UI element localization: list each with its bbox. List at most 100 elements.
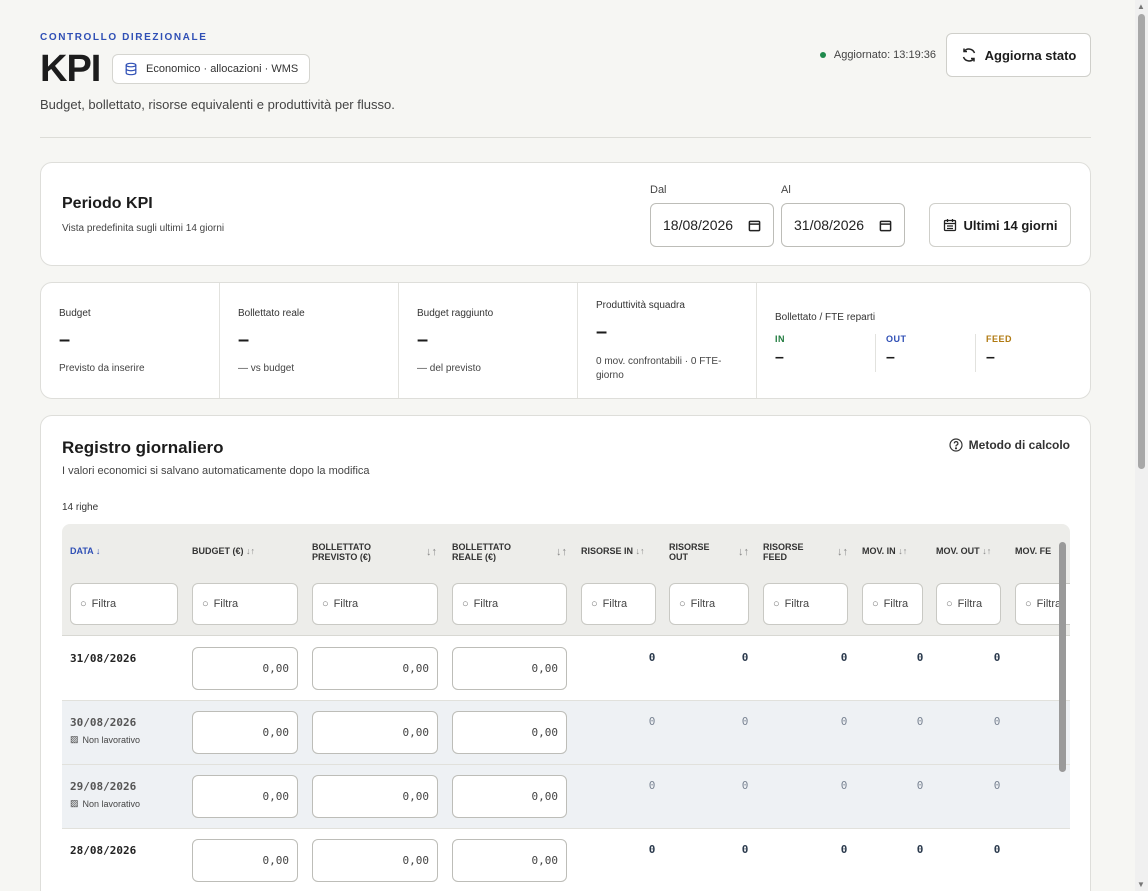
calendar-off-icon: ▨: [70, 798, 79, 808]
risorse-in-value: 0: [648, 715, 656, 728]
risorse-out-value: 0: [741, 779, 749, 792]
page-scrollbar-thumb[interactable]: [1138, 14, 1145, 469]
registry-table: DATA ↓ BUDGET (€) ↓↑ BOLLETTATO PREVISTO…: [62, 524, 1070, 891]
budget-input[interactable]: 0,00: [192, 839, 298, 882]
period-hint: Vista predefinita sugli ultimi 14 giorni: [62, 223, 225, 234]
calculation-method-label: Metodo di calcolo: [968, 438, 1070, 452]
source-chip: Economico · allocazioni · WMS: [112, 54, 311, 84]
sort-icon[interactable]: ↓↑: [837, 546, 848, 558]
bollettato-previsto-input[interactable]: 0,00: [312, 647, 438, 690]
budget-input[interactable]: 0,00: [192, 775, 298, 818]
column-header-bollettato-previsto[interactable]: BOLLETTATO PREVISTO (€): [312, 542, 392, 562]
risorse-in-value: 0: [648, 779, 656, 792]
search-icon: ○: [202, 598, 209, 610]
kpi-stats-card: Budget – Previsto da inserire Bollettato…: [40, 282, 1091, 399]
column-header-mov-feed[interactable]: MOV. FE: [1015, 546, 1051, 556]
column-header-mov-in[interactable]: MOV. IN ↓↑: [862, 546, 907, 556]
stat-label: Bollettato reale: [238, 308, 305, 319]
refresh-status-button[interactable]: Aggiorna stato: [946, 33, 1091, 77]
stat-produttivita: Produttività squadra – 0 mov. confrontab…: [578, 283, 757, 398]
bollettato-reale-input[interactable]: 0,00: [452, 775, 567, 818]
registry-title: Registro giornaliero: [62, 438, 224, 457]
calendar-off-icon: ▨: [70, 734, 79, 744]
to-date-input[interactable]: 31/08/2026: [781, 203, 905, 247]
fte-in-value: –: [775, 349, 784, 366]
stat-budget: Budget – Previsto da inserire: [41, 283, 220, 398]
sort-icon[interactable]: ↓↑: [738, 546, 749, 558]
filter-input-budget[interactable]: ○ Filtra: [192, 583, 298, 625]
column-header-bollettato-reale[interactable]: BOLLETTATO REALE (€): [452, 542, 532, 562]
row-date: 31/08/2026: [70, 652, 137, 665]
risorse-feed-value: 0: [840, 843, 848, 856]
bollettato-reale-input[interactable]: 0,00: [452, 839, 567, 882]
budget-input[interactable]: 0,00: [192, 711, 298, 754]
filter-input-risorse-out[interactable]: ○ Filtra: [669, 583, 749, 625]
stat-bollettato-reale: Bollettato reale – — vs budget: [220, 283, 399, 398]
fte-out: OUT –: [875, 334, 975, 372]
mov-out-value: 0: [993, 843, 1001, 856]
table-scrollbar-thumb[interactable]: [1059, 542, 1066, 772]
bollettato-reale-input[interactable]: 0,00: [452, 647, 567, 690]
calculation-method-button[interactable]: Metodo di calcolo: [949, 438, 1070, 452]
column-header-budget[interactable]: BUDGET (€) ↓↑: [192, 546, 255, 556]
scroll-down-icon[interactable]: ▼: [1137, 880, 1145, 889]
sort-icon[interactable]: ↓↑: [556, 546, 567, 558]
column-header-risorse-feed[interactable]: RISORSE FEED: [763, 542, 819, 562]
stat-note: — vs budget: [238, 363, 295, 374]
mov-out-value: 0: [993, 651, 1001, 664]
risorse-feed-value: 0: [840, 651, 848, 664]
sort-icon[interactable]: ↓↑: [426, 546, 437, 558]
fte-label: Bollettato / FTE reparti: [775, 312, 876, 323]
fte-out-value: –: [886, 349, 895, 366]
column-header-data[interactable]: DATA ↓: [70, 546, 100, 556]
to-date-value: 31/08/2026: [794, 217, 865, 233]
source-chip-label: Economico · allocazioni · WMS: [146, 63, 299, 75]
stat-value: –: [596, 321, 608, 343]
from-date-value: 18/08/2026: [663, 217, 734, 233]
mov-in-value: 0: [916, 715, 924, 728]
bollettato-previsto-input[interactable]: 0,00: [312, 839, 438, 882]
search-icon: ○: [322, 598, 329, 610]
stat-value: –: [59, 329, 71, 351]
stat-value: –: [238, 329, 250, 351]
bollettato-previsto-input[interactable]: 0,00: [312, 775, 438, 818]
status-dot-icon: [819, 52, 826, 58]
page-scrollbar[interactable]: ▲ ▼: [1135, 0, 1148, 891]
mov-in-value: 0: [916, 779, 924, 792]
filter-input-mov-in[interactable]: ○ Filtra: [862, 583, 923, 625]
search-icon: ○: [872, 598, 879, 610]
column-header-risorse-in[interactable]: RISORSE IN ↓↑: [581, 546, 645, 556]
fte-feed-label: FEED: [986, 334, 1013, 344]
row-count: 14 righe: [62, 502, 99, 513]
table-row: 29/08/2026 ▨ Non lavorativo 0,00 0,00 0,0…: [62, 765, 1070, 829]
stat-note: 0 mov. confrontabili · 0 FTE-giorno: [596, 356, 722, 381]
refresh-label: Aggiorna stato: [984, 47, 1077, 63]
filter-input-bollettato-reale[interactable]: ○ Filtra: [452, 583, 567, 625]
fte-in: IN –: [775, 334, 875, 372]
fte-feed: FEED –: [975, 334, 1075, 372]
database-icon: [125, 62, 137, 76]
filter-input-data[interactable]: ○ Filtra: [70, 583, 178, 625]
filter-input-bollettato-previsto[interactable]: ○ Filtra: [312, 583, 438, 625]
budget-input[interactable]: 0,00: [192, 647, 298, 690]
table-scrollbar[interactable]: [1057, 524, 1069, 784]
filter-input-risorse-feed[interactable]: ○ Filtra: [763, 583, 848, 625]
to-label: Al: [781, 184, 791, 196]
calendar-icon: [748, 220, 761, 231]
stat-budget-raggiunto: Budget raggiunto – — del previsto: [399, 283, 578, 398]
column-header-risorse-out[interactable]: RISORSE OUT: [669, 542, 725, 562]
scroll-up-icon[interactable]: ▲: [1137, 2, 1145, 11]
filter-input-risorse-in[interactable]: ○ Filtra: [581, 583, 656, 625]
last-14-days-button[interactable]: Ultimi 14 giorni: [929, 203, 1071, 247]
calendar-range-icon: [943, 219, 956, 232]
from-date-input[interactable]: 18/08/2026: [650, 203, 774, 247]
search-icon: ○: [773, 598, 780, 610]
risorse-out-value: 0: [741, 843, 749, 856]
calendar-icon: [879, 220, 892, 231]
column-header-mov-out[interactable]: MOV. OUT ↓↑: [936, 546, 991, 556]
filter-input-mov-out[interactable]: ○ Filtra: [936, 583, 1001, 625]
stat-note: — del previsto: [417, 363, 481, 374]
bollettato-previsto-input[interactable]: 0,00: [312, 711, 438, 754]
bollettato-reale-input[interactable]: 0,00: [452, 711, 567, 754]
period-title: Periodo KPI: [62, 195, 153, 212]
